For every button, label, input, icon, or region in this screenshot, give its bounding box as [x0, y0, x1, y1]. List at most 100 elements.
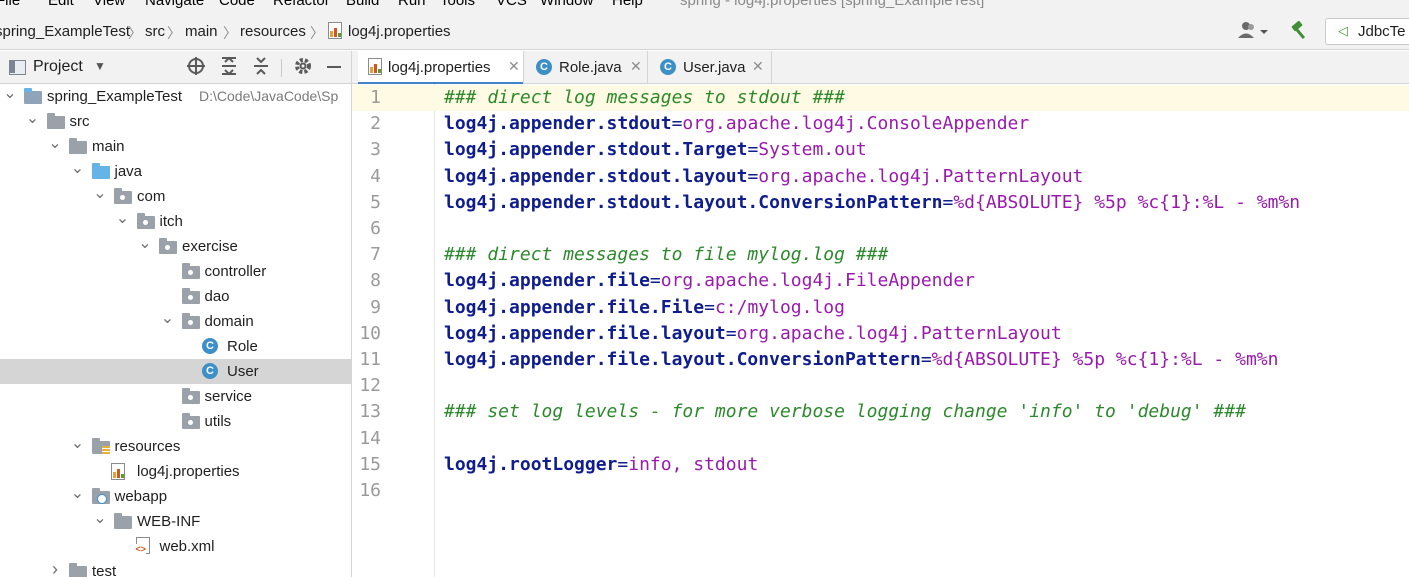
chevron-down-icon[interactable]: ⌄ [71, 433, 85, 453]
tree-item-test[interactable]: › test [0, 559, 351, 577]
tab-label: log4j.properties [388, 59, 491, 76]
tree-item-role[interactable]: C Role [0, 334, 351, 359]
chevron-down-icon[interactable]: ⌄ [116, 208, 130, 228]
tree-item-log4j-properties[interactable]: log4j.properties [0, 459, 351, 484]
menu-run[interactable]: Run [398, 0, 426, 9]
close-icon[interactable]: ✕ [630, 58, 642, 75]
code-line[interactable]: 1 ### direct log messages to stdout ### [352, 85, 1409, 111]
chevron-right-icon[interactable]: › [48, 559, 62, 577]
menu-view[interactable]: View [93, 0, 125, 9]
line-number: 4 [370, 165, 381, 187]
breadcrumb-project[interactable]: spring_ExampleTest [0, 23, 130, 40]
tree-item-dao[interactable]: dao [0, 284, 351, 309]
chevron-down-icon[interactable]: ⌄ [48, 133, 62, 153]
user-dropdown-icon[interactable] [1236, 20, 1272, 44]
tab-role-java[interactable]: C Role.java ✕ [524, 51, 648, 84]
breadcrumb-src[interactable]: src [145, 23, 165, 40]
collapse-all-icon[interactable] [251, 56, 271, 81]
breadcrumb-main[interactable]: main [185, 23, 218, 40]
menu-refactor[interactable]: Refactor [273, 0, 330, 9]
code-line[interactable]: 13 ### set log levels - for more verbose … [352, 399, 1409, 425]
breadcrumb-file[interactable]: log4j.properties [348, 23, 451, 40]
menu-build[interactable]: Build [346, 0, 379, 9]
chevron-down-icon[interactable]: ⌄ [71, 158, 85, 178]
tree-item-main[interactable]: ⌄ main [0, 134, 351, 159]
menu-vcs[interactable]: VCS [496, 0, 527, 9]
tree-item-controller[interactable]: controller [0, 259, 351, 284]
tree-item-itch[interactable]: ⌄ itch [0, 209, 351, 234]
chevron-down-icon[interactable]: ⌄ [138, 233, 152, 253]
menu-edit[interactable]: Edit [48, 0, 74, 9]
tree-item-label: spring_ExampleTest [47, 88, 183, 105]
tree-item-spring-exampletest[interactable]: ⌄ spring_ExampleTest D:\Code\JavaCode\Sp [0, 84, 351, 109]
code-line[interactable]: 3 log4j.appender.stdout.Target=System.out [352, 137, 1409, 163]
code-line[interactable]: 9 log4j.appender.file.File=c:/mylog.log [352, 295, 1409, 321]
close-icon[interactable]: ✕ [508, 58, 520, 75]
tree-item-label: WEB-INF [137, 513, 201, 530]
tree-item-java[interactable]: ⌄ java [0, 159, 351, 184]
tree-item-web-inf[interactable]: ⌄ WEB-INF [0, 509, 351, 534]
tree-item-exercise[interactable]: ⌄ exercise [0, 234, 351, 259]
chevron-down-icon[interactable]: ▼ [94, 59, 106, 73]
tree-item-user[interactable]: C User [0, 359, 351, 384]
chevron-down-icon[interactable]: ⌄ [3, 84, 17, 103]
code-line[interactable]: 7 ### direct messages to file mylog.log #… [352, 242, 1409, 268]
line-number: 10 [359, 322, 381, 344]
menu-code[interactable]: Code [219, 0, 255, 9]
code-line[interactable]: 12 [352, 373, 1409, 399]
chevron-down-icon[interactable]: ⌄ [93, 183, 107, 203]
code-line[interactable]: 6 [352, 216, 1409, 242]
tree-item-webapp[interactable]: ⌄ webapp [0, 484, 351, 509]
menu-help[interactable]: Help [612, 0, 643, 9]
menu-tools[interactable]: Tools [440, 0, 475, 9]
menu-navigate[interactable]: Navigate [145, 0, 204, 9]
crosshair-icon[interactable] [186, 56, 206, 81]
code-line[interactable]: 16 [352, 478, 1409, 504]
menu-window[interactable]: Window [540, 0, 593, 9]
line-number: 13 [359, 401, 381, 423]
chevron-down-icon[interactable]: ⌄ [161, 308, 175, 328]
tree-item-com[interactable]: ⌄ com [0, 184, 351, 209]
package-icon [181, 413, 200, 429]
chevron-down-icon[interactable]: ⌄ [26, 108, 40, 128]
tree-item-domain[interactable]: ⌄ domain [0, 309, 351, 334]
gear-icon[interactable] [293, 56, 313, 81]
code-token: log4j.appender.file [444, 270, 650, 292]
breadcrumb-resources[interactable]: resources [240, 23, 306, 40]
xml-file-icon [135, 537, 150, 554]
chevron-right-icon: 〉 [167, 25, 181, 41]
code-line[interactable]: 8 log4j.appender.file=org.apache.log4j.Fi… [352, 268, 1409, 294]
code-line[interactable]: 2 log4j.appender.stdout=org.apache.log4j.… [352, 111, 1409, 137]
tab-log4j-properties[interactable]: log4j.properties ✕ [358, 51, 524, 85]
expand-all-icon[interactable] [219, 56, 239, 81]
code-line[interactable]: 10 log4j.appender.file.layout=org.apache.… [352, 321, 1409, 347]
tree-item-resources[interactable]: ⌄ resources [0, 434, 351, 459]
menu-file[interactable]: File [0, 0, 20, 9]
code-line[interactable]: 5 log4j.appender.stdout.layout.Conversion… [352, 190, 1409, 216]
project-panel-header: Project ▼ [0, 51, 352, 84]
chevron-down-icon[interactable]: ⌄ [71, 483, 85, 503]
code-line[interactable]: 14 [352, 426, 1409, 452]
line-number: 8 [370, 270, 381, 292]
class-icon: C [202, 363, 218, 379]
chevron-down-icon[interactable]: ⌄ [93, 508, 107, 528]
line-number: 1 [370, 87, 381, 108]
tree-item-service[interactable]: service [0, 384, 351, 409]
tab-user-java[interactable]: C User.java ✕ [648, 51, 772, 84]
project-panel-title[interactable]: Project [33, 58, 83, 76]
run-configuration-selector[interactable]: ◁ JdbcTe [1325, 18, 1409, 45]
close-icon[interactable]: ✕ [752, 58, 764, 75]
code-line[interactable]: 4 log4j.appender.stdout.layout=org.apache… [352, 164, 1409, 190]
tree-item-src[interactable]: ⌄ src [0, 109, 351, 134]
code-text: log4j.appender.stdout.layout.ConversionP… [444, 190, 1300, 216]
tree-item-label: Role [227, 338, 258, 355]
tree-item-web-xml[interactable]: web.xml [0, 534, 351, 559]
minimize-icon[interactable] [325, 56, 343, 81]
hammer-icon[interactable] [1289, 20, 1311, 44]
code-text: log4j.appender.file.File=c:/mylog.log [444, 295, 845, 321]
package-icon [181, 388, 200, 404]
code-line[interactable]: 11 log4j.appender.file.layout.ConversionP… [352, 347, 1409, 373]
code-token: log4j.appender.stdout [444, 113, 672, 135]
tree-item-utils[interactable]: utils [0, 409, 351, 434]
code-line[interactable]: 15 log4j.rootLogger=info, stdout [352, 452, 1409, 478]
